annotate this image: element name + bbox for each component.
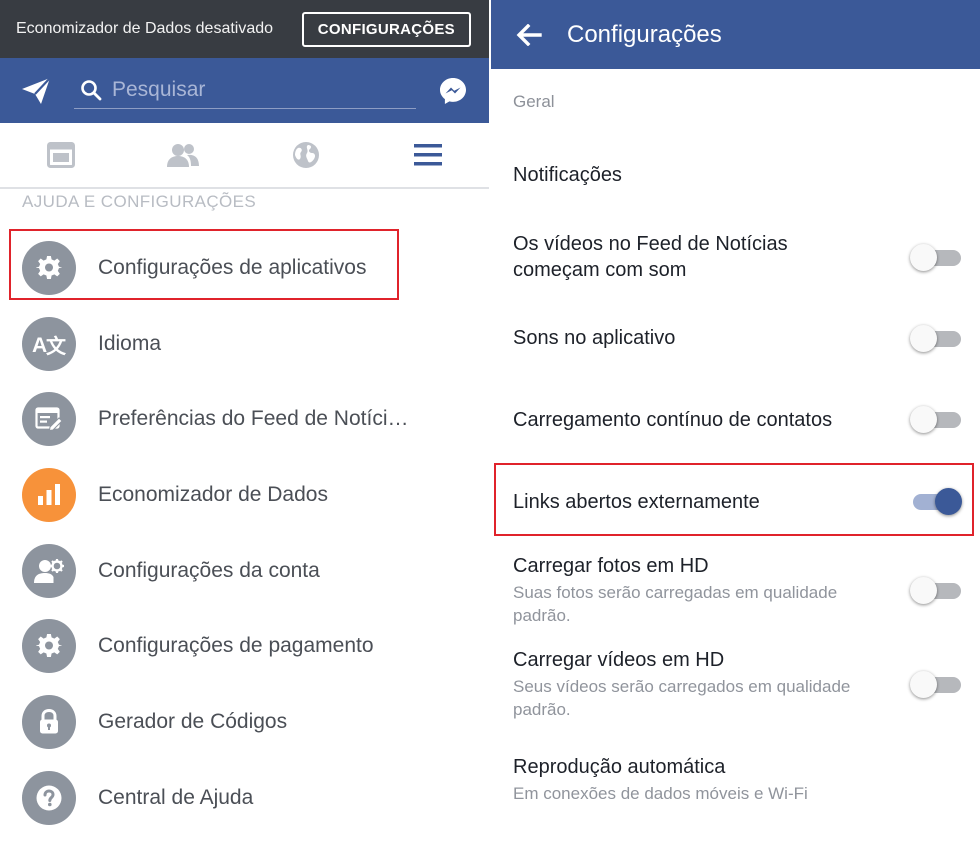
hd-photos-toggle[interactable]: [910, 576, 961, 604]
setting-title: Carregamento contínuo de contatos: [513, 409, 833, 431]
search-placeholder: Pesquisar: [112, 78, 206, 101]
section-header: AJUDA E CONFIGURAÇÕES: [22, 192, 257, 211]
menu-item-label: Economizador de Dados: [98, 482, 328, 506]
tab-menu[interactable]: [367, 123, 489, 187]
back-arrow-icon[interactable]: [491, 0, 567, 69]
publisher-icon[interactable]: [0, 58, 72, 123]
feed-edit-icon: [22, 392, 76, 447]
hamburger-menu-icon: [413, 144, 442, 166]
facebook-menu-panel: Economizador de Dados desativado CONFIGU…: [0, 0, 489, 841]
tab-news-feed[interactable]: [0, 123, 122, 187]
bar-chart-icon: [22, 467, 76, 522]
user-gear-icon: [22, 543, 76, 598]
search-input[interactable]: Pesquisar: [74, 73, 416, 109]
search-icon: [81, 80, 102, 101]
data-saver-settings-button[interactable]: CONFIGURAÇÕES: [301, 11, 471, 47]
setting-continuous-contacts[interactable]: Carregamento contínuo de contatos: [513, 407, 963, 433]
news-feed-icon: [47, 142, 76, 168]
svg-text:文: 文: [46, 334, 66, 357]
setting-video-sound[interactable]: Os vídeos no Feed de Notícias começam co…: [513, 231, 833, 283]
setting-hd-photos[interactable]: Carregar fotos em HD Suas fotos serão ca…: [513, 553, 893, 627]
settings-header: Configurações: [491, 0, 980, 69]
friends-icon: [167, 144, 200, 167]
help-icon: [22, 770, 76, 825]
menu-item-label: Preferências do Feed de Notíci…: [98, 407, 409, 431]
setting-hd-videos[interactable]: Carregar vídeos em HD Seus vídeos serão …: [513, 647, 893, 721]
gear-icon: [22, 619, 76, 674]
app-sounds-toggle[interactable]: [910, 324, 961, 352]
video-sound-toggle[interactable]: [910, 243, 961, 271]
page-title: Configurações: [567, 20, 722, 48]
top-bar: Pesquisar: [0, 58, 489, 123]
setting-title: Carregar fotos em HD: [513, 555, 709, 577]
menu-item-data-saver[interactable]: Economizador de Dados: [0, 457, 489, 533]
setting-title: Reprodução automática: [513, 756, 726, 778]
lock-icon: [22, 694, 76, 749]
setting-title: Notificações: [513, 164, 622, 186]
menu-item-label: Gerador de Códigos: [98, 709, 288, 733]
highlight-box: [494, 463, 974, 536]
app-settings-panel: Configurações Geral Notificações Os víde…: [491, 0, 980, 841]
tab-notifications[interactable]: [245, 123, 367, 187]
setting-title: Carregar vídeos em HD: [513, 649, 725, 671]
messenger-icon[interactable]: [416, 58, 489, 123]
setting-subtitle: Suas fotos serão carregadas em qualidade…: [513, 583, 838, 625]
menu-item-label: Idioma: [98, 331, 162, 355]
setting-subtitle: Seus vídeos serão carregados em qualidad…: [513, 677, 851, 719]
navigation-tabs: [0, 123, 489, 189]
data-saver-banner: Economizador de Dados desativado CONFIGU…: [0, 0, 489, 58]
menu-item-help-center[interactable]: Central de Ajuda: [0, 760, 489, 836]
setting-title: Sons no aplicativo: [513, 327, 676, 349]
tab-friend-requests[interactable]: [122, 123, 244, 187]
section-label: Geral: [513, 92, 555, 111]
highlight-box: [9, 229, 399, 300]
menu-item-account-settings[interactable]: Configurações da conta: [0, 533, 489, 609]
setting-app-sounds[interactable]: Sons no aplicativo: [513, 325, 963, 351]
menu-item-label: Configurações da conta: [98, 558, 320, 582]
menu-item-label: Configurações de pagamento: [98, 634, 374, 658]
menu-item-code-generator[interactable]: Gerador de Códigos: [0, 684, 489, 760]
globe-icon: [292, 142, 319, 168]
hd-videos-toggle[interactable]: [910, 670, 961, 698]
setting-notifications[interactable]: Notificações: [513, 162, 963, 188]
translate-icon: A文: [22, 316, 76, 371]
setting-title: Os vídeos no Feed de Notícias começam co…: [513, 233, 788, 281]
setting-subtitle: Em conexões de dados móveis e Wi-Fi: [513, 784, 808, 803]
svg-text:A: A: [32, 334, 47, 357]
menu-item-language[interactable]: A文 Idioma: [0, 306, 489, 382]
setting-autoplay[interactable]: Reprodução automática Em conexões de dad…: [513, 754, 963, 805]
menu-item-payment-settings[interactable]: Configurações de pagamento: [0, 608, 489, 684]
continuous-contacts-toggle[interactable]: [910, 405, 961, 433]
menu-item-label: Central de Ajuda: [98, 785, 254, 809]
menu-item-news-feed-preferences[interactable]: Preferências do Feed de Notíci…: [0, 381, 489, 457]
settings-menu-list: Configurações de aplicativos A文 Idioma P…: [0, 230, 489, 836]
data-saver-message: Economizador de Dados desativado: [16, 20, 274, 37]
